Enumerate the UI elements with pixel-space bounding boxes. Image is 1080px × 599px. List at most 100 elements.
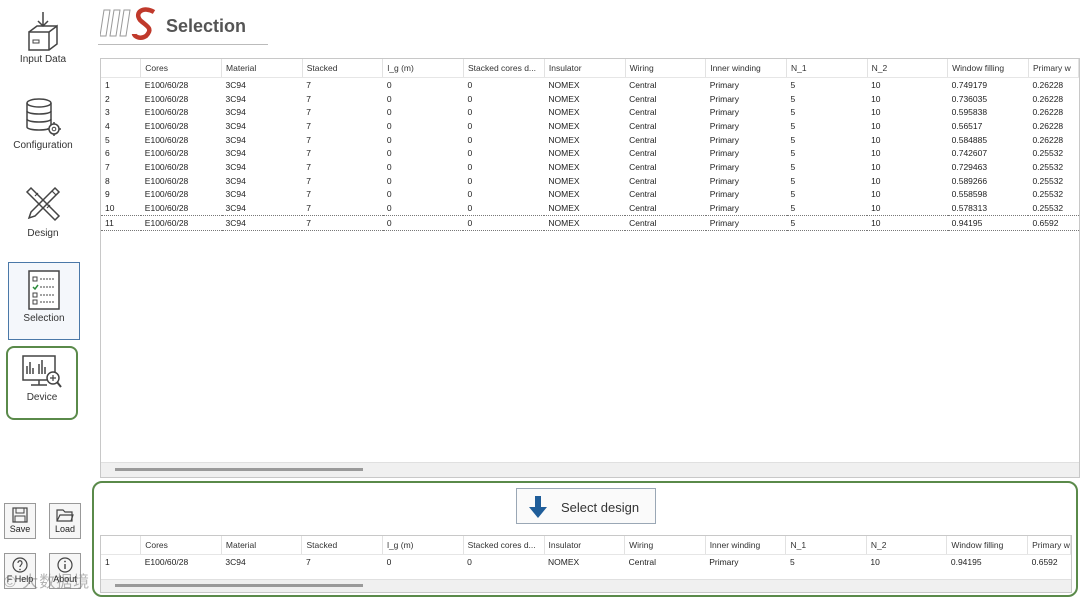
- page-title: Selection: [166, 16, 247, 36]
- table-cell: 0.25532: [1032, 148, 1064, 159]
- table-cell: Central: [629, 161, 657, 172]
- nav-device[interactable]: Device: [6, 346, 78, 420]
- table-cell: 0: [467, 175, 473, 186]
- scrollbar-thumb[interactable]: [115, 584, 363, 587]
- select-design-button[interactable]: Select design: [516, 488, 656, 524]
- column-header[interactable]: N_1: [786, 59, 868, 78]
- table-cell: 7: [306, 161, 311, 172]
- column-header[interactable]: Stacked: [301, 536, 384, 555]
- column-header[interactable]: N_1: [785, 536, 867, 555]
- table-cell: 3C94: [225, 556, 246, 567]
- column-header[interactable]: Window filling: [947, 59, 1029, 78]
- column-header[interactable]: [101, 536, 142, 555]
- load-button[interactable]: Load: [49, 503, 81, 539]
- column-header[interactable]: Material: [221, 59, 303, 78]
- database-gear-icon: [26, 98, 61, 136]
- table-cell: Central: [628, 556, 657, 567]
- app-logo: [100, 7, 156, 40]
- table-cell: 0: [386, 148, 392, 159]
- table-row[interactable]: 6 E100/60/28 3C94 7 0 0 NOMEX Central Primary 5 10…: [101, 146, 1079, 160]
- table-cell: 5: [790, 203, 796, 214]
- column-header[interactable]: N_2: [867, 59, 949, 78]
- column-header[interactable]: l_g (m): [382, 59, 464, 78]
- table-cell: 3C94: [225, 189, 246, 200]
- table-row[interactable]: 11 E100/60/28 3C94 7 0 0 NOMEX Central Primary 5 1…: [101, 214, 1079, 231]
- table-cell: 3C94: [225, 148, 246, 159]
- results-table[interactable]: Cores Material Stacked l_g (m) Stacked cores…: [100, 58, 1080, 478]
- column-header[interactable]: Wiring: [625, 59, 707, 78]
- column-header[interactable]: Insulator: [544, 59, 626, 78]
- table-cell: 0.736035: [951, 93, 988, 104]
- table-cell: 5: [790, 161, 796, 172]
- table-row[interactable]: 9 E100/60/28 3C94 7 0 0 NOMEX Central Primary 5 10…: [101, 188, 1079, 202]
- table-cell: E100/60/28: [144, 120, 189, 131]
- column-header[interactable]: Primary w: [1028, 59, 1079, 78]
- table-row[interactable]: 4 E100/60/28 3C94 7 0 0 NOMEX Central Primary 5 10…: [101, 119, 1079, 133]
- table-cell: 0.6592: [1031, 556, 1058, 567]
- table-cell: 0.749179: [951, 79, 988, 90]
- column-header[interactable]: Cores: [140, 59, 223, 78]
- table-cell: 0: [467, 107, 473, 118]
- checklist-icon: [28, 270, 60, 310]
- arrow-down-icon: [529, 496, 547, 518]
- table-cell: 1: [105, 79, 110, 90]
- table-cell: 3: [105, 107, 110, 118]
- table-cell: 2: [105, 93, 110, 104]
- table-cell: 7: [306, 134, 311, 145]
- table-cell: Primary: [709, 175, 739, 186]
- table-row[interactable]: 1 E100/60/28 3C94 7 0 0 NOMEX Central Primary 5 10…: [101, 78, 1079, 92]
- table-cell: Primary: [709, 161, 739, 172]
- table-cell: Central: [629, 107, 657, 118]
- table-row[interactable]: 2 E100/60/28 3C94 7 0 0 NOMEX Central Primary 5 10…: [101, 92, 1079, 106]
- column-header[interactable]: Inner winding: [705, 59, 788, 78]
- column-header[interactable]: [101, 59, 142, 78]
- table-cell: 6: [105, 148, 110, 159]
- column-header[interactable]: Inner winding: [705, 536, 787, 555]
- column-header[interactable]: l_g (m): [382, 536, 464, 555]
- nav-input-data[interactable]: Input Data: [6, 10, 80, 76]
- nav-design[interactable]: Design: [6, 182, 80, 248]
- table-row[interactable]: 5 E100/60/28 3C94 7 0 0 NOMEX Central Primary 5 10…: [101, 133, 1079, 147]
- table-cell: 10: [105, 203, 115, 214]
- scrollbar-thumb[interactable]: [115, 468, 363, 471]
- column-header[interactable]: Primary w: [1027, 536, 1071, 555]
- table-cell: 0.26228: [1032, 93, 1064, 104]
- table-cell: 0: [467, 161, 473, 172]
- table-row[interactable]: 1 E100/60/28 3C94 7 0 0 NOMEX Central Primary 5 10…: [101, 555, 1071, 569]
- column-header[interactable]: N_2: [866, 536, 948, 555]
- table-row[interactable]: 7 E100/60/28 3C94 7 0 0 NOMEX Central Primary 5 10…: [101, 160, 1079, 174]
- column-header[interactable]: Stacked cores d...: [463, 59, 545, 78]
- column-header[interactable]: Material: [221, 536, 303, 555]
- table-row[interactable]: 8 E100/60/28 3C94 7 0 0 NOMEX Central Primary 5 10…: [101, 174, 1079, 188]
- table-cell: 7: [306, 189, 311, 200]
- column-header[interactable]: Insulator: [544, 536, 626, 555]
- table-cell: NOMEX: [548, 93, 580, 104]
- nav-selection[interactable]: Selection: [8, 262, 80, 340]
- table-cell: 10: [867, 214, 948, 231]
- table-cell: 10: [871, 107, 881, 118]
- page-header: Selection: [98, 0, 268, 45]
- ruler-pencil-icon: [25, 186, 61, 222]
- table-cell: 0.6592: [1028, 214, 1079, 231]
- table-header-row: Cores Material Stacked l_g (m) Stacked cores…: [101, 536, 1071, 555]
- column-header[interactable]: Cores: [140, 536, 222, 555]
- horizontal-scrollbar[interactable]: [101, 462, 1079, 477]
- save-button[interactable]: Save: [4, 503, 36, 539]
- table-row[interactable]: 3 E100/60/28 3C94 7 0 0 NOMEX Central Primary 5 10…: [101, 105, 1079, 119]
- table-cell: 5: [790, 175, 796, 186]
- table-cell: NOMEX: [548, 120, 580, 131]
- table-cell: 7: [306, 203, 311, 214]
- table-cell: 0.729463: [951, 161, 988, 172]
- column-header[interactable]: Stacked: [302, 59, 384, 78]
- table-cell: Primary: [709, 148, 739, 159]
- table-cell: 11: [101, 214, 141, 231]
- table-row[interactable]: 10 E100/60/28 3C94 7 0 0 NOMEX Central Primary 5 1…: [101, 201, 1079, 215]
- column-header[interactable]: Window filling: [946, 536, 1029, 555]
- floppy-disk-icon: [12, 507, 28, 523]
- column-header[interactable]: Wiring: [624, 536, 706, 555]
- selected-design-table[interactable]: Cores Material Stacked l_g (m) Stacked cores…: [100, 535, 1072, 593]
- column-header[interactable]: Stacked cores d...: [463, 536, 545, 555]
- horizontal-scrollbar[interactable]: [101, 579, 1071, 592]
- table-cell: 0.94195: [950, 556, 982, 567]
- nav-configuration[interactable]: Configuration: [6, 96, 80, 162]
